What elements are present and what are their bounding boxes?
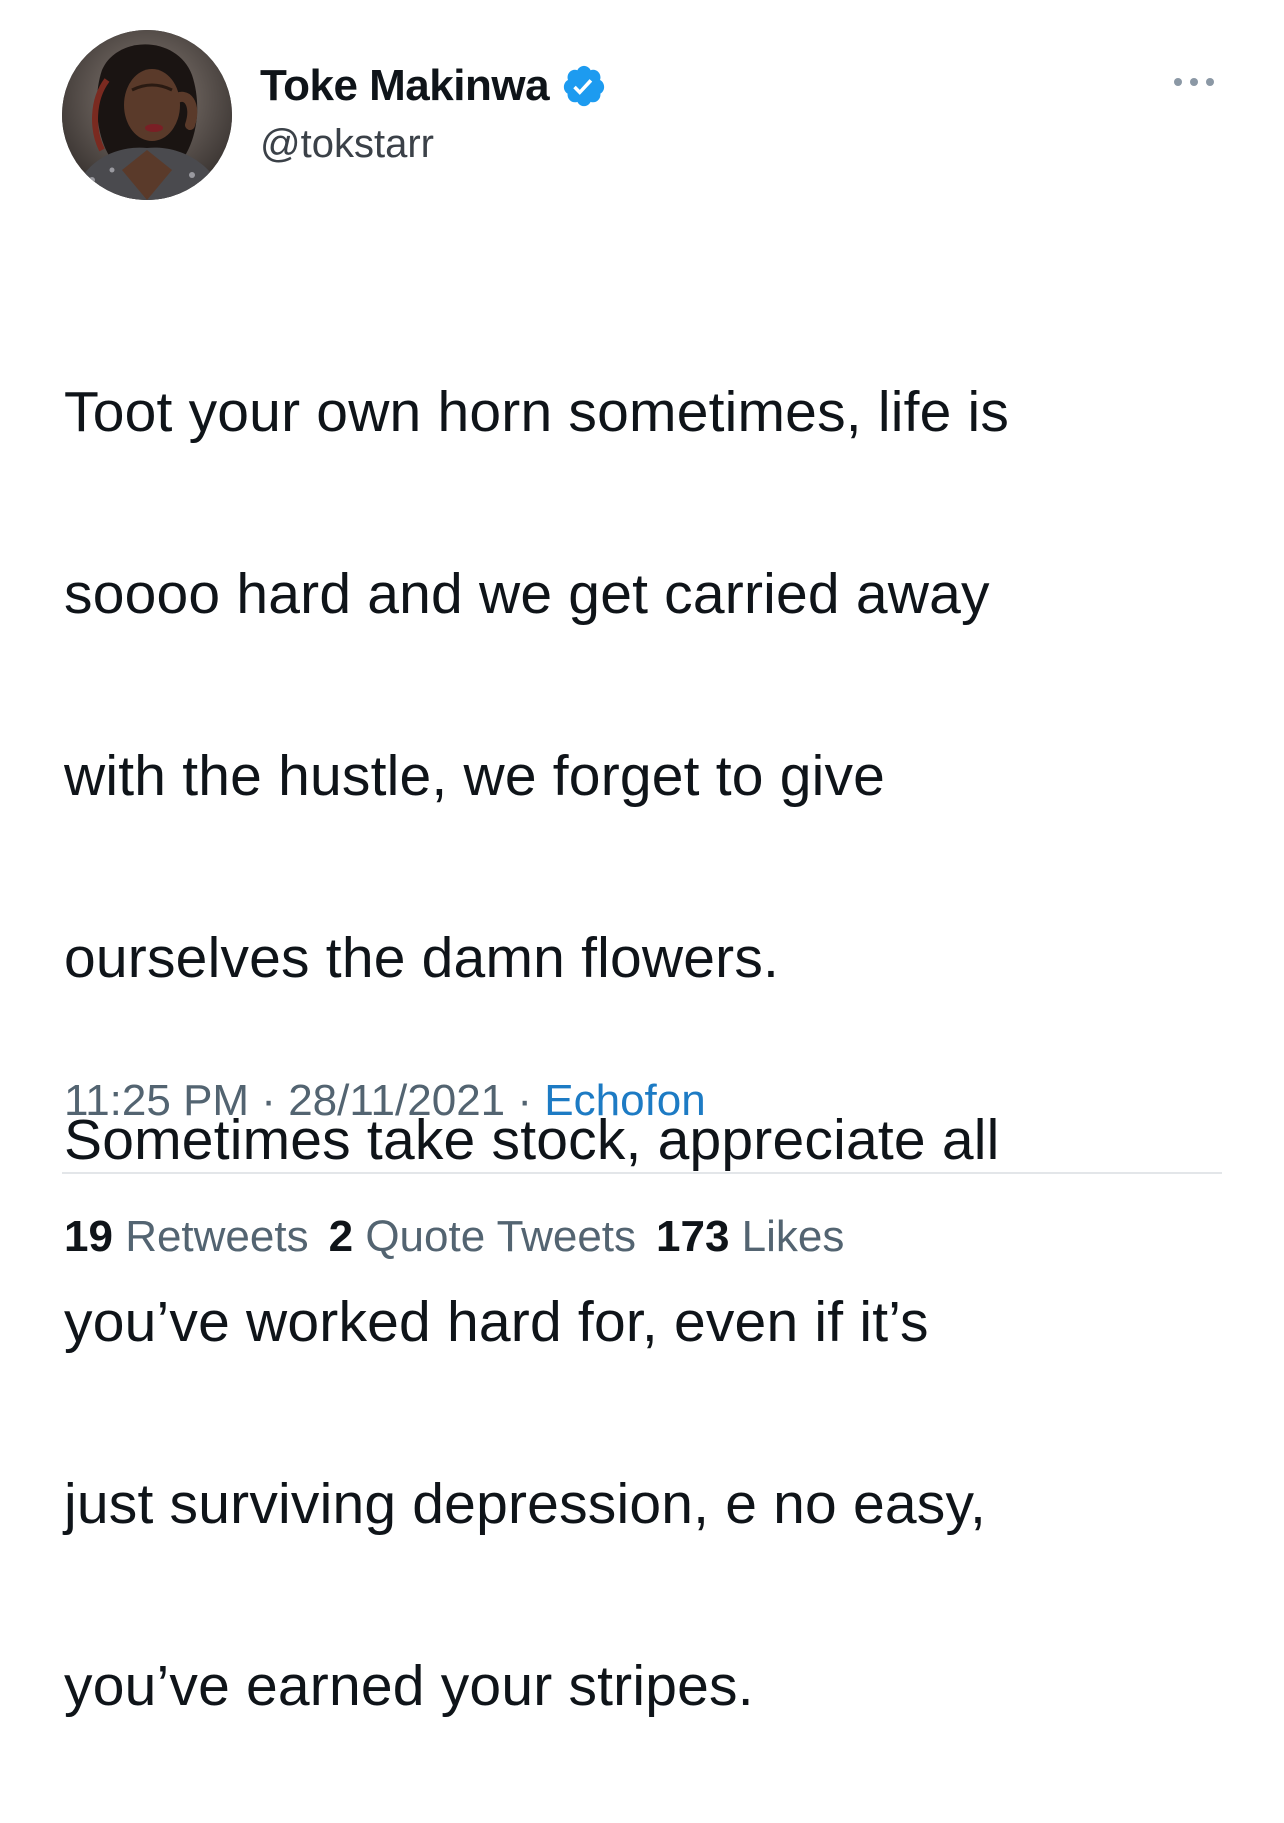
retweets-count: 19 <box>64 1212 113 1261</box>
meta-separator: · <box>249 1076 289 1125</box>
verified-badge-icon <box>561 63 607 109</box>
avatar[interactable] <box>62 30 232 200</box>
divider <box>62 1172 1222 1174</box>
tweet-text-line: you’ve worked hard for, even if it’s <box>64 1290 929 1354</box>
tweet-text-line: with the hustle, we forget to give <box>64 744 886 808</box>
tweet-text-line: you’ve earned your stripes. <box>64 1654 754 1718</box>
likes-stat[interactable]: 173 Likes <box>656 1212 844 1261</box>
quote-tweets-label: Quote Tweets <box>365 1212 637 1261</box>
tweet-text-line: just surviving depression, e no easy, <box>64 1472 986 1536</box>
retweets-stat[interactable]: 19 Retweets <box>64 1212 309 1261</box>
quote-tweets-stat[interactable]: 2 Quote Tweets <box>329 1212 636 1261</box>
tweet-stats: 19 Retweets 2 Quote Tweets 173 Likes <box>64 1212 864 1262</box>
likes-label: Likes <box>741 1212 845 1261</box>
quote-tweets-count: 2 <box>328 1212 354 1261</box>
tweet-text-line: Toot your own horn sometimes, life is <box>64 380 1010 444</box>
tweet-text: Toot your own horn sometimes, life is so… <box>64 276 1234 1823</box>
author-display-name[interactable]: Toke Makinwa <box>260 61 550 111</box>
tweet-text-line: soooo hard and we get carried away <box>64 562 990 626</box>
more-options-icon[interactable] <box>1168 62 1220 102</box>
retweets-label: Retweets <box>125 1212 309 1261</box>
avatar-image <box>62 30 232 200</box>
tweet-date[interactable]: 28/11/2021 <box>288 1076 505 1125</box>
author-name-row: Toke Makinwa <box>260 60 607 112</box>
tweet-meta: 11:25 PM · 28/11/2021 · Echofon <box>64 1076 706 1126</box>
tweet-text-line: ourselves the damn flowers. <box>64 926 780 990</box>
author-handle[interactable]: @tokstarr <box>260 122 434 167</box>
tweet-time[interactable]: 11:25 PM <box>64 1076 249 1125</box>
tweet-source-link[interactable]: Echofon <box>544 1076 705 1125</box>
meta-separator: · <box>505 1076 545 1125</box>
likes-count: 173 <box>656 1212 730 1261</box>
